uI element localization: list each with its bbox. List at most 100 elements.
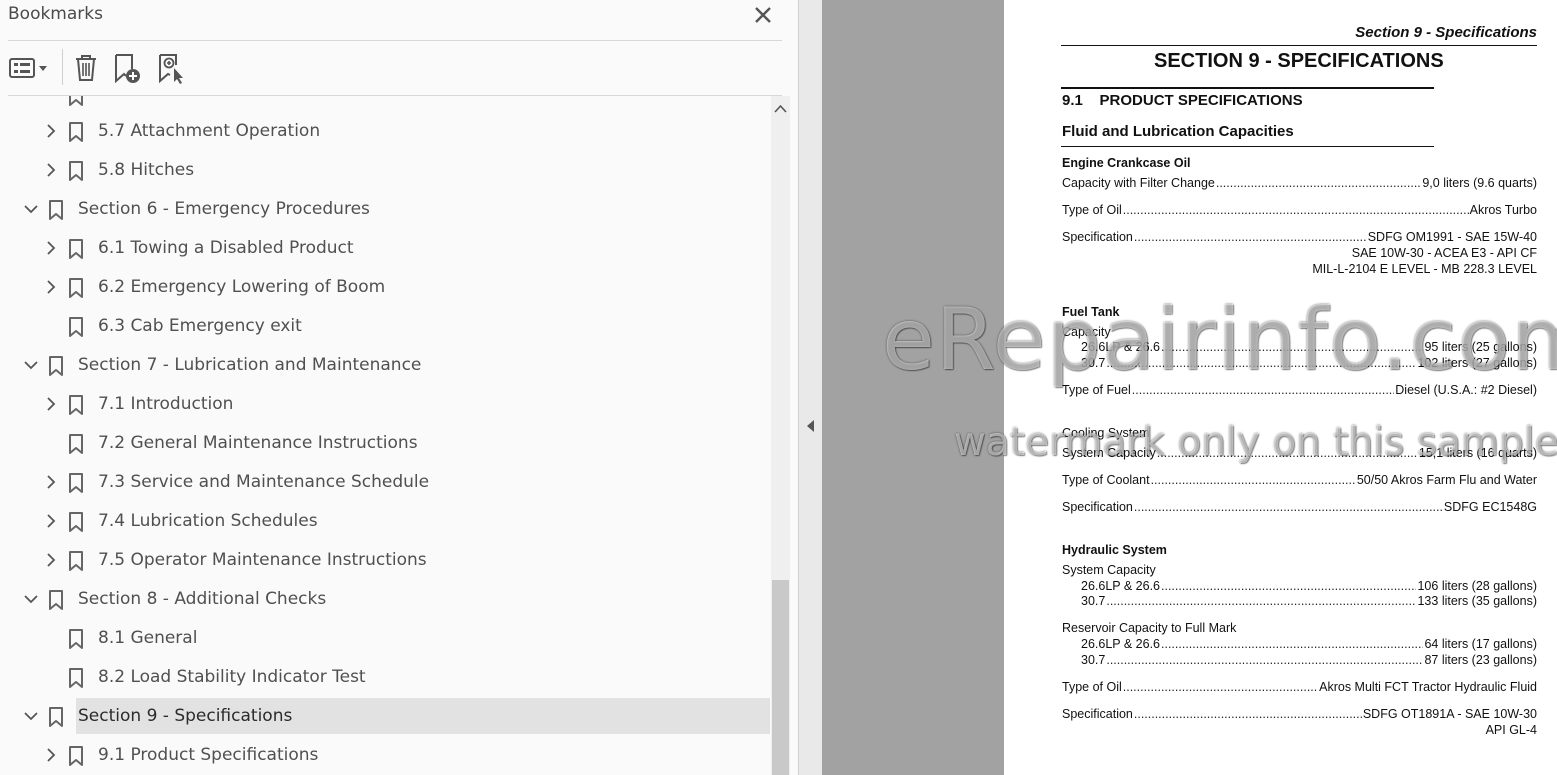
spec-line: 30.7 102 liters (27 gallons) <box>1081 356 1537 372</box>
spec-continuation: API GL-4 <box>1485 723 1537 737</box>
bookmark-label: Section 7 - Lubrication and Maintenance <box>78 355 422 375</box>
spec-value: SDFG OT1891A - SAE 10W-30 <box>1362 707 1537 721</box>
new-bookmark-button[interactable] <box>110 51 146 85</box>
spec-label: 30.7 <box>1081 594 1106 608</box>
delete-bookmark-button[interactable] <box>70 51 102 85</box>
spec-line: 30.7 87 liters (23 gallons) <box>1081 653 1537 669</box>
chevron-right-icon[interactable] <box>44 280 58 294</box>
bookmark-row[interactable]: 7.2 General Maintenance Instructions <box>0 425 770 463</box>
chevron-down-icon[interactable] <box>24 358 38 372</box>
toolbar-separator <box>62 49 63 85</box>
chevron-right-icon[interactable] <box>44 163 58 177</box>
bookmarks-panel: Bookmarks 5.7 Attachment Operation 5.8 H… <box>0 0 798 775</box>
chevron-right-icon[interactable] <box>44 553 58 567</box>
reservoir-label: Reservoir Capacity to Full Mark <box>1062 621 1237 635</box>
header-rule <box>1061 45 1537 46</box>
chevron-down-icon[interactable] <box>24 202 38 216</box>
new-bookmark-from-selection-icon <box>159 54 183 84</box>
bookmark-icon <box>69 96 83 106</box>
bookmark-icon <box>49 200 63 220</box>
capacity-label: Capacity <box>1062 325 1111 339</box>
collapse-panel-arrow-icon[interactable] <box>805 419 815 433</box>
spec-value: SDFG EC1548G <box>1443 500 1537 514</box>
scrollbar-thumb[interactable] <box>772 580 789 775</box>
leader-dots <box>1123 680 1318 694</box>
bookmark-row[interactable]: 6.2 Emergency Lowering of Boom <box>0 269 770 307</box>
spec-line: Capacity with Filter Change 9,0 liters (9… <box>1062 176 1537 192</box>
bookmark-row[interactable]: 5.7 Attachment Operation <box>0 113 770 151</box>
scroll-up-arrow-icon[interactable] <box>774 104 787 114</box>
section-rule <box>1061 87 1434 89</box>
bookmark-row[interactable]: Section 6 - Emergency Procedures <box>0 191 770 229</box>
bookmark-icon <box>49 356 63 376</box>
fuel-tank-heading: Fuel Tank <box>1062 305 1120 319</box>
chevron-right-icon[interactable] <box>44 748 58 762</box>
bookmark-icon <box>69 629 83 649</box>
bookmark-row[interactable]: 7.4 Lubrication Schedules <box>0 503 770 541</box>
bookmark-icon <box>69 746 83 766</box>
bookmark-icon <box>69 278 83 298</box>
bookmark-row[interactable]: 6.3 Cab Emergency exit <box>0 308 770 346</box>
bookmark-icon <box>69 434 83 454</box>
chevron-right-icon[interactable] <box>44 514 58 528</box>
delete-bookmark-icon <box>76 55 96 81</box>
spec-line: Type of Oil Akros Turbo <box>1062 203 1537 219</box>
page-header: Section 9 - Specifications <box>1355 24 1537 41</box>
spec-line: 26.6LP & 26.6 64 liters (17 gallons) <box>1081 637 1537 653</box>
leader-dots <box>1161 579 1416 593</box>
spec-value: 102 liters (27 gallons) <box>1417 356 1537 370</box>
bookmark-row[interactable]: Section 9 - Specifications <box>0 698 770 736</box>
spec-label: 26.6LP & 26.6 <box>1081 637 1161 651</box>
options-menu-icon <box>9 58 47 78</box>
bookmark-label: 9.1 Product Specifications <box>98 745 319 765</box>
spec-value: 50/50 Akros Farm Flu and Water <box>1356 473 1537 487</box>
scrollbar[interactable] <box>771 96 790 775</box>
bookmark-row[interactable]: 5.8 Hitches <box>0 152 770 190</box>
panel-header: Bookmarks <box>0 0 798 40</box>
options-menu-button[interactable] <box>8 51 52 85</box>
spec-line: Type of Coolant 50/50 Akros Farm Flu and … <box>1062 473 1537 489</box>
spec-value: 106 liters (28 gallons) <box>1417 579 1537 593</box>
chevron-down-icon[interactable] <box>24 592 38 606</box>
spec-label: Type of Fuel <box>1062 383 1131 397</box>
bookmark-icon <box>69 395 83 415</box>
bookmark-label: 7.4 Lubrication Schedules <box>98 511 318 531</box>
bookmark-label: Section 6 - Emergency Procedures <box>78 199 370 219</box>
spec-line: Specification SDFG EC1548G <box>1062 500 1537 516</box>
chevron-right-icon[interactable] <box>44 475 58 489</box>
bookmark-icon <box>69 317 83 337</box>
bookmark-row[interactable]: 9.1 Product Specifications <box>0 737 770 775</box>
close-panel-button[interactable] <box>750 2 776 28</box>
chevron-right-icon[interactable] <box>44 241 58 255</box>
bookmark-row[interactable]: Section 7 - Lubrication and Maintenance <box>0 347 770 385</box>
spec-label: System Capacity <box>1062 446 1156 460</box>
bookmark-row[interactable]: Section 8 - Additional Checks <box>0 581 770 619</box>
new-bookmark-icon <box>115 54 140 84</box>
bookmark-row[interactable]: 7.1 Introduction <box>0 386 770 424</box>
spec-continuation: SAE 10W-30 - ACEA E3 - API CF <box>1351 246 1537 260</box>
chevron-right-icon[interactable] <box>44 397 58 411</box>
spec-label: Specification <box>1062 707 1133 721</box>
bookmark-label: 8.2 Load Stability Indicator Test <box>98 667 366 687</box>
bookmark-label: 7.1 Introduction <box>98 394 234 414</box>
spec-line: Type of Fuel Diesel (U.S.A.: #2 Diesel) <box>1062 383 1537 399</box>
panel-splitter[interactable] <box>798 0 823 775</box>
chevron-right-icon[interactable] <box>44 124 58 138</box>
bookmark-row[interactable]: 7.3 Service and Maintenance Schedule <box>0 464 770 502</box>
panel-title: Bookmarks <box>8 4 103 24</box>
bookmark-icon <box>69 122 83 142</box>
new-bookmark-from-selection-button[interactable] <box>154 51 190 85</box>
bookmark-row[interactable]: 8.2 Load Stability Indicator Test <box>0 659 770 697</box>
bookmark-row[interactable]: 6.1 Towing a Disabled Product <box>0 230 770 268</box>
spec-value: 15,1 liters (16 quarts) <box>1418 446 1537 460</box>
spec-label: Specification <box>1062 500 1133 514</box>
bookmark-row[interactable]: 8.1 General <box>0 620 770 658</box>
leader-dots <box>1134 500 1443 514</box>
bookmark-row[interactable]: 7.5 Operator Maintenance Instructions <box>0 542 770 580</box>
bookmark-label: Section 8 - Additional Checks <box>78 589 327 609</box>
leader-dots <box>1106 594 1416 608</box>
chevron-down-icon[interactable] <box>24 709 38 723</box>
subheading: Fluid and Lubrication Capacities <box>1062 123 1294 140</box>
bookmark-label: 5.8 Hitches <box>98 160 195 180</box>
bookmark-label: 7.2 General Maintenance Instructions <box>98 433 418 453</box>
